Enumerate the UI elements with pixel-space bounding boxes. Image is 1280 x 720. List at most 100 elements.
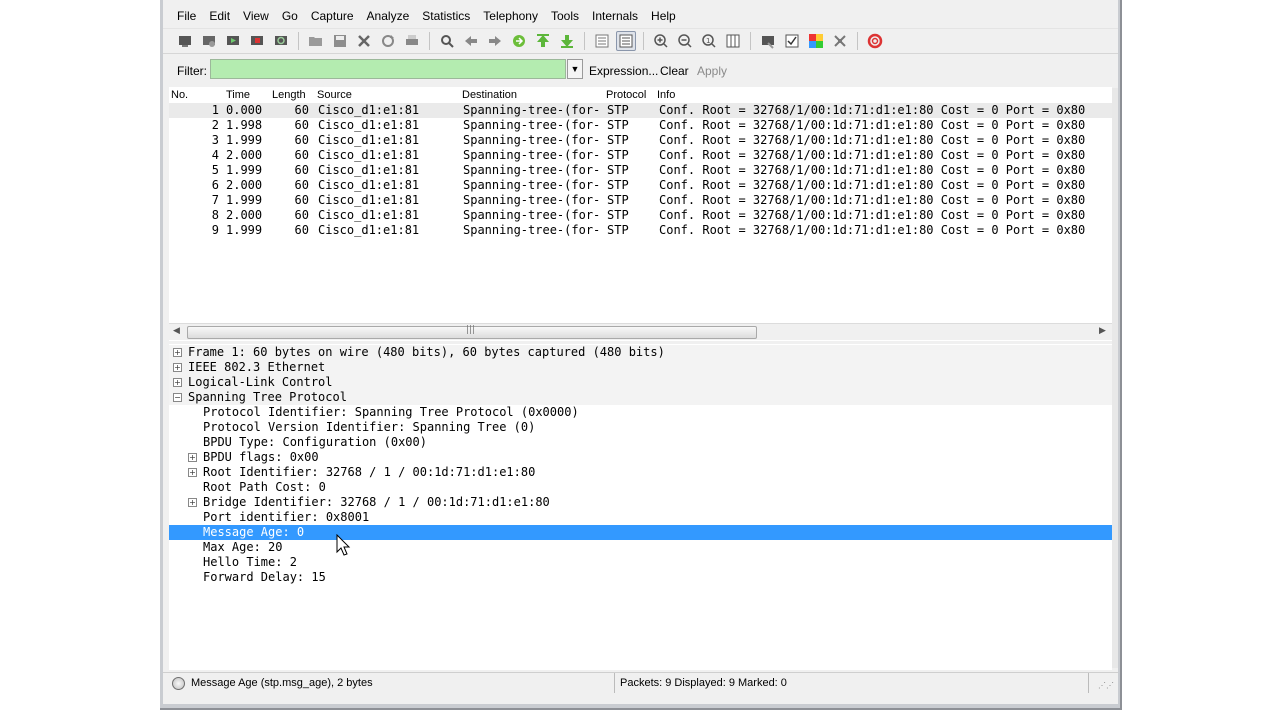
expand-icon[interactable]: + <box>188 498 197 507</box>
tree-item[interactable]: + Logical-Link Control <box>169 375 1112 390</box>
first-button[interactable] <box>533 31 553 51</box>
table-row[interactable]: 9 1.999 60 Cisco_d1:e1:81 Spanning-tree-(for… <box>169 223 1112 238</box>
column-header-info[interactable]: Info <box>657 89 675 101</box>
scroll-thumb[interactable]: ||| <box>187 325 757 339</box>
coloring-rules-button[interactable] <box>806 31 826 51</box>
tree-item[interactable]: + Frame 1: 60 bytes on wire (480 bits), 6… <box>169 345 1112 360</box>
collapse-icon[interactable]: − <box>173 393 182 402</box>
resize-columns-button[interactable] <box>723 31 743 51</box>
tree-item[interactable]: Protocol Version Identifier: Spanning Tr… <box>169 420 1112 435</box>
capture-filters-button[interactable] <box>758 31 778 51</box>
tree-item[interactable]: Port identifier: 0x8001 <box>169 510 1112 525</box>
preferences-button[interactable] <box>830 31 850 51</box>
column-header-no[interactable]: No. <box>171 89 188 101</box>
forward-button[interactable] <box>485 31 505 51</box>
tree-item[interactable]: Forward Delay: 15 <box>169 570 1112 585</box>
column-header-protocol[interactable]: Protocol <box>606 89 646 101</box>
expert-info-icon[interactable] <box>172 677 185 690</box>
options-button[interactable] <box>199 31 219 51</box>
find-button[interactable] <box>437 31 457 51</box>
cell-no: 9 <box>211 223 219 237</box>
start-button[interactable] <box>223 31 243 51</box>
resize-grip-icon[interactable]: ⋰⋰ <box>1098 681 1114 690</box>
goto-icon <box>513 35 525 47</box>
menu-internals[interactable]: Internals <box>584 6 643 26</box>
help-button[interactable] <box>865 31 885 51</box>
tree-item[interactable]: + BPDU flags: 0x00 <box>169 450 1112 465</box>
tree-item[interactable]: + Bridge Identifier: 32768 / 1 / 00:1d:71… <box>169 495 1112 510</box>
cell-proto: STP <box>607 178 629 192</box>
table-row[interactable]: 7 1.999 60 Cisco_d1:e1:81 Spanning-tree-(for… <box>169 193 1112 208</box>
expand-icon[interactable]: + <box>173 363 182 372</box>
display-filters-button[interactable] <box>782 31 802 51</box>
expression-button[interactable]: Expression... <box>589 64 658 78</box>
menu-view[interactable]: View <box>235 6 274 26</box>
table-row[interactable]: 3 1.999 60 Cisco_d1:e1:81 Spanning-tree-(for… <box>169 133 1112 148</box>
menu-go[interactable]: Go <box>274 6 303 26</box>
zoom-normal-button[interactable]: 1 <box>699 31 719 51</box>
menu-help[interactable]: Help <box>643 6 681 26</box>
tree-item[interactable]: + IEEE 802.3 Ethernet <box>169 360 1112 375</box>
cell-dst: Spanning-tree-(for- <box>463 118 601 132</box>
tree-item[interactable]: Message Age: 0 <box>169 525 1112 540</box>
menu-analyze[interactable]: Analyze <box>359 6 415 26</box>
tree-item[interactable]: Hello Time: 2 <box>169 555 1112 570</box>
tree-item[interactable]: − Spanning Tree Protocol <box>169 390 1112 405</box>
interfaces-button[interactable] <box>175 31 195 51</box>
menu-capture[interactable]: Capture <box>303 6 359 26</box>
apply-button[interactable]: Apply <box>697 64 727 78</box>
reload-button[interactable] <box>378 31 398 51</box>
packet-details[interactable]: + Frame 1: 60 bytes on wire (480 bits), 6… <box>169 344 1112 670</box>
filter-dropdown-button[interactable]: ▼ <box>567 59 583 79</box>
zoom-in-button[interactable] <box>651 31 671 51</box>
zoom-out-button[interactable] <box>675 31 695 51</box>
column-header-source[interactable]: Source <box>317 89 352 101</box>
scroll-left-icon[interactable]: ◀ <box>173 326 180 336</box>
stop-button[interactable] <box>247 31 267 51</box>
packet-list[interactable]: No. Time Length Source Destination Protocol In… <box>169 87 1112 341</box>
expand-icon[interactable]: + <box>188 453 197 462</box>
stop-icon <box>251 36 263 45</box>
cell-dst: Spanning-tree-(for- <box>463 103 601 117</box>
print-button[interactable] <box>402 31 422 51</box>
column-header-length[interactable]: Length <box>272 89 306 101</box>
close-button[interactable] <box>354 31 374 51</box>
tree-item[interactable]: Root Path Cost: 0 <box>169 480 1112 495</box>
column-header-time[interactable]: Time <box>226 89 250 101</box>
table-row[interactable]: 1 0.000 60 Cisco_d1:e1:81 Spanning-tree-(for… <box>169 103 1112 118</box>
table-row[interactable]: 6 2.000 60 Cisco_d1:e1:81 Spanning-tree-(for… <box>169 178 1112 193</box>
goto-button[interactable] <box>509 31 529 51</box>
menu-tools[interactable]: Tools <box>543 6 584 26</box>
tree-item[interactable]: + Root Identifier: 32768 / 1 / 00:1d:71:d… <box>169 465 1112 480</box>
menu-statistics[interactable]: Statistics <box>414 6 475 26</box>
scroll-right-icon[interactable]: ▶ <box>1099 326 1106 336</box>
cell-info: Conf. Root = 32768/1/00:1d:71:d1:e1:80 C… <box>659 208 1086 222</box>
back-button[interactable] <box>461 31 481 51</box>
clear-button[interactable]: Clear <box>660 64 689 78</box>
table-row[interactable]: 5 1.999 60 Cisco_d1:e1:81 Spanning-tree-(for… <box>169 163 1112 178</box>
menu-file[interactable]: File <box>163 6 201 26</box>
column-header-destination[interactable]: Destination <box>462 89 517 101</box>
table-row[interactable]: 8 2.000 60 Cisco_d1:e1:81 Spanning-tree-(for… <box>169 208 1112 223</box>
restart-button[interactable] <box>271 31 291 51</box>
cell-info: Conf. Root = 32768/1/00:1d:71:d1:e1:80 C… <box>659 103 1086 117</box>
tree-item[interactable]: Protocol Identifier: Spanning Tree Proto… <box>169 405 1112 420</box>
autoscroll-button[interactable] <box>616 31 636 51</box>
cell-time: 1.998 <box>226 118 263 132</box>
colorize-button[interactable] <box>592 31 612 51</box>
table-row[interactable]: 4 2.000 60 Cisco_d1:e1:81 Spanning-tree-(for… <box>169 148 1112 163</box>
expand-icon[interactable]: + <box>173 348 182 357</box>
expand-icon[interactable]: + <box>173 378 182 387</box>
open-button[interactable] <box>306 31 326 51</box>
save-button[interactable] <box>330 31 350 51</box>
filter-input[interactable] <box>210 59 566 79</box>
menu-edit[interactable]: Edit <box>201 6 235 26</box>
table-row[interactable]: 2 1.998 60 Cisco_d1:e1:81 Spanning-tree-(for… <box>169 118 1112 133</box>
packet-list-hscroll[interactable]: ◀ ||| ▶ <box>169 323 1112 340</box>
desktop-right <box>1120 0 1280 720</box>
tree-item[interactable]: BPDU Type: Configuration (0x00) <box>169 435 1112 450</box>
last-button[interactable] <box>557 31 577 51</box>
menu-telephony[interactable]: Telephony <box>475 6 543 26</box>
tree-item[interactable]: Max Age: 20 <box>169 540 1112 555</box>
expand-icon[interactable]: + <box>188 468 197 477</box>
